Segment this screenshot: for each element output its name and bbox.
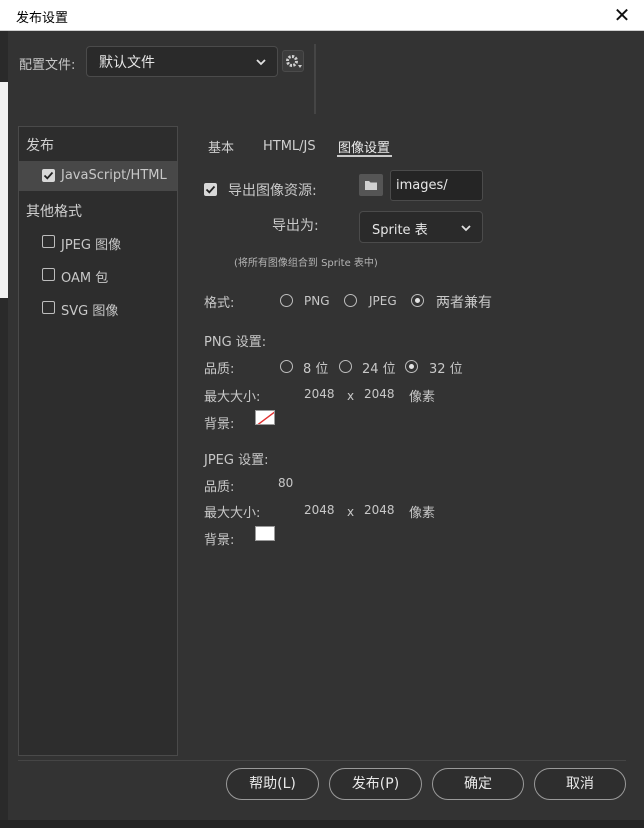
chevron-down-icon [256, 59, 266, 66]
png-quality-option-24: 24 位 [362, 362, 396, 377]
export-images-checkbox[interactable] [204, 183, 217, 196]
jpeg-bg-label: 背景: [204, 533, 235, 548]
category-item-svg[interactable]: SVG 图像 [19, 293, 177, 323]
cancel-button[interactable]: 取消 [534, 768, 626, 800]
format-radio-jpeg[interactable] [344, 294, 357, 307]
category-checkbox-svg[interactable] [42, 301, 55, 314]
category-item-oam[interactable]: OAM 包 [19, 260, 177, 290]
png-quality-label: 品质: [204, 362, 235, 377]
checkmark-icon [205, 185, 216, 194]
jpeg-bg-swatch[interactable] [255, 526, 275, 541]
profile-select[interactable]: 默认文件 [86, 46, 278, 77]
jpeg-width-value[interactable]: 2048 [304, 503, 335, 517]
checkmark-icon [43, 171, 54, 180]
export-hint: (将所有图像组合到 Sprite 表中) [234, 258, 378, 269]
png-unit-label: 像素 [409, 390, 436, 405]
image-path-value: images/ [396, 178, 448, 193]
browse-folder-button[interactable] [359, 174, 383, 196]
png-height-value[interactable]: 2048 [364, 387, 395, 401]
category-heading-publish: 发布 [26, 138, 54, 154]
png-maxsize-label: 最大大小: [204, 390, 261, 405]
window-title: 发布设置 [16, 11, 69, 26]
format-radio-both[interactable] [411, 294, 424, 307]
category-item-label: SVG 图像 [61, 304, 119, 319]
title-bar: 发布设置 ✕ [0, 0, 644, 31]
gear-icon [286, 55, 302, 68]
export-as-label: 导出为: [272, 218, 319, 234]
export-images-label: 导出图像资源: [228, 183, 317, 199]
png-bg-label: 背景: [204, 417, 235, 432]
category-checkbox-jpeg[interactable] [42, 235, 55, 248]
jpeg-maxsize-label: 最大大小: [204, 506, 261, 521]
profile-gear-button[interactable] [282, 50, 304, 72]
help-button[interactable]: 帮助(L) [226, 768, 319, 800]
jpeg-times-sign: x [347, 505, 355, 519]
category-item-javascript-html[interactable]: JavaScript/HTML [19, 161, 177, 191]
category-checkbox-oam[interactable] [42, 268, 55, 281]
png-times-sign: x [347, 389, 355, 403]
jpeg-quality-value[interactable]: 80 [278, 476, 293, 490]
category-heading-other: 其他格式 [26, 204, 82, 220]
format-radio-png[interactable] [280, 294, 293, 307]
export-as-select[interactable]: Sprite 表 [359, 211, 483, 243]
png-settings-heading: PNG 设置: [204, 335, 267, 350]
active-tab-indicator [337, 155, 392, 157]
category-item-label: JPEG 图像 [61, 238, 122, 253]
folder-icon [365, 181, 377, 190]
footer-divider [18, 760, 626, 761]
jpeg-quality-label: 品质: [204, 480, 235, 495]
publish-button[interactable]: 发布(P) [329, 768, 422, 800]
format-option-jpeg: JPEG [369, 294, 397, 308]
category-panel: 发布 JavaScript/HTML 其他格式 JPEG 图像 OAM 包 SV… [18, 126, 178, 756]
tab-image-settings[interactable]: 图像设置 [338, 137, 390, 156]
header-divider [314, 44, 316, 114]
png-bg-swatch[interactable] [255, 410, 275, 425]
image-path-input[interactable]: images/ [390, 170, 483, 201]
background-stage-fragment [0, 82, 8, 298]
ok-button[interactable]: 确定 [432, 768, 524, 800]
png-width-value[interactable]: 2048 [304, 387, 335, 401]
jpeg-height-value[interactable]: 2048 [364, 503, 395, 517]
format-option-both: 两者兼有 [436, 295, 492, 311]
jpeg-settings-heading: JPEG 设置: [204, 453, 269, 468]
profile-select-value: 默认文件 [99, 55, 155, 71]
tab-basic[interactable]: 基本 [208, 137, 234, 156]
png-quality-radio-32[interactable] [405, 360, 418, 373]
close-icon[interactable]: ✕ [610, 3, 634, 27]
profile-label: 配置文件: [19, 58, 76, 73]
background-bottom-edge [0, 820, 644, 828]
format-label: 格式: [204, 296, 235, 311]
png-quality-option-8: 8 位 [303, 362, 329, 377]
png-quality-option-32: 32 位 [429, 362, 463, 377]
png-quality-radio-8[interactable] [280, 360, 293, 373]
chevron-down-icon [461, 225, 471, 232]
jpeg-unit-label: 像素 [409, 506, 436, 521]
png-quality-radio-24[interactable] [339, 360, 352, 373]
category-item-jpeg[interactable]: JPEG 图像 [19, 227, 177, 257]
category-checkbox-javascript-html[interactable] [42, 169, 55, 182]
format-option-png: PNG [304, 294, 330, 308]
export-as-value: Sprite 表 [372, 223, 428, 238]
tab-html-js[interactable]: HTML/JS [263, 139, 316, 154]
category-item-label: OAM 包 [61, 271, 109, 286]
category-item-label: JavaScript/HTML [61, 168, 167, 183]
transparent-color-icon [257, 411, 274, 424]
